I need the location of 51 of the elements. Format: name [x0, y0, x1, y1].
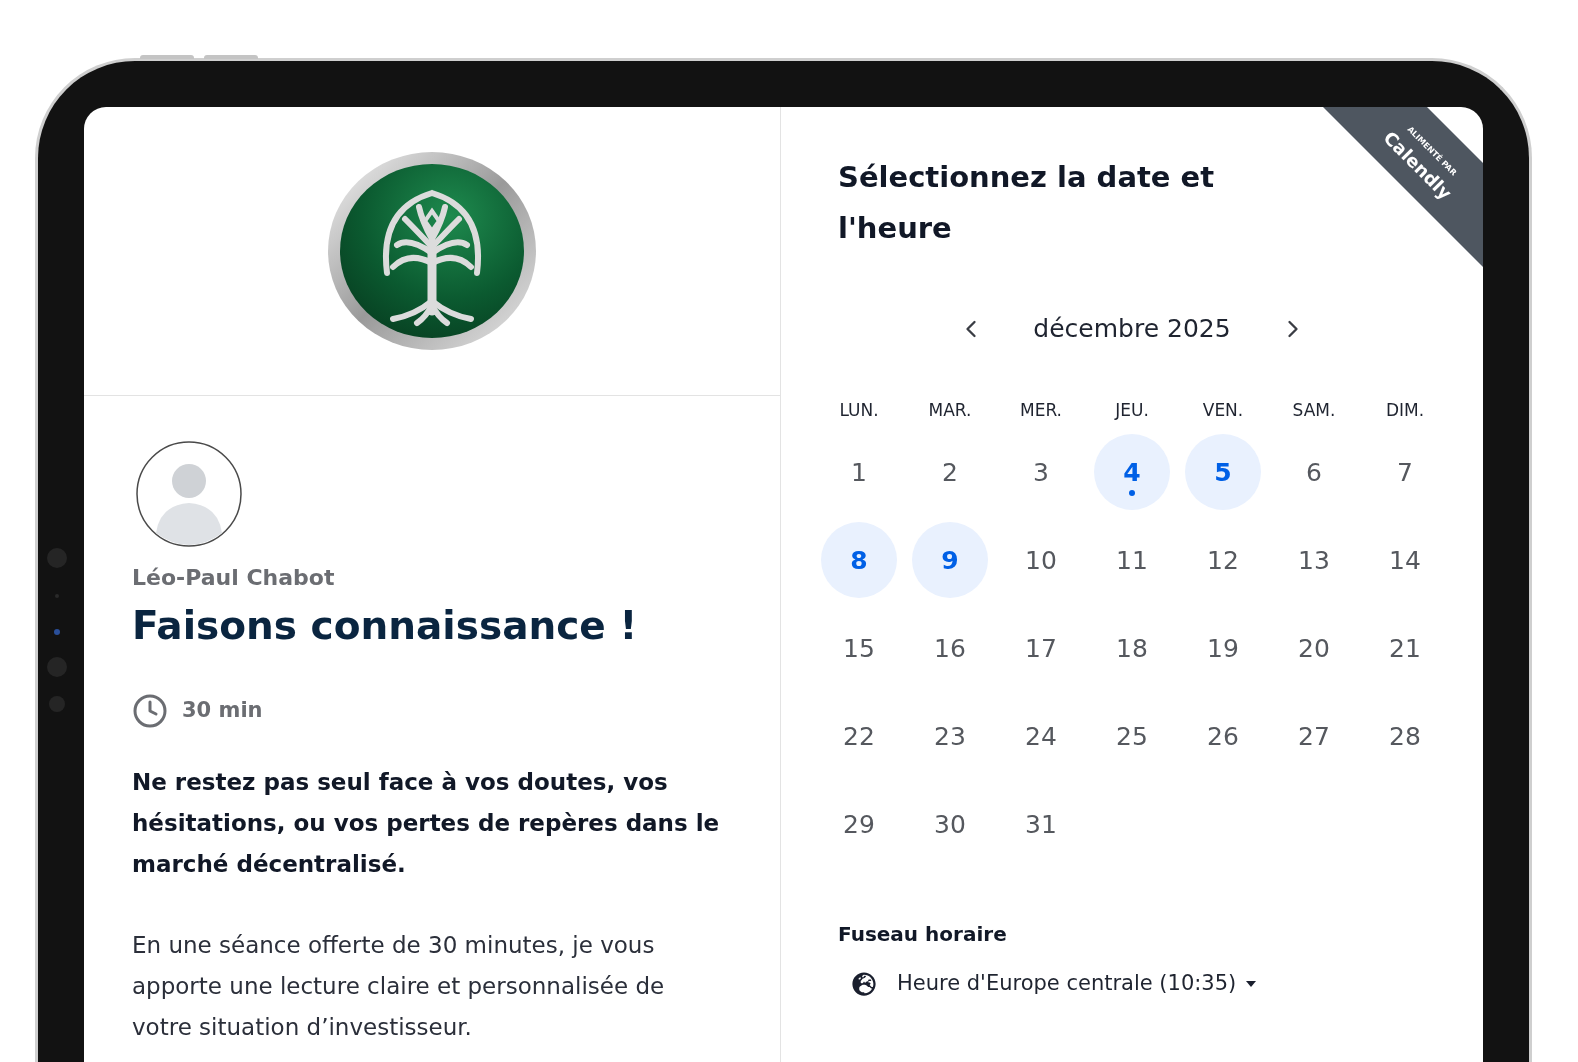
calendar-day: 10 — [1025, 547, 1057, 573]
calendar-day: 25 — [1116, 723, 1148, 749]
description-paragraph: En une séance offerte de 30 minutes, je vous apporte une lecture claire et personnalisée de votre situation d’investisseur. — [132, 931, 666, 1042]
calendar-day-button[interactable]: 5 — [1185, 434, 1261, 510]
calendar-day: 20 — [1298, 635, 1330, 661]
calendar-day: 14 — [1389, 547, 1421, 573]
calendar-day: 1 — [851, 459, 867, 485]
calendar-day: 18 — [1116, 635, 1148, 661]
weekday-label: MAR. — [928, 400, 972, 420]
calendar-day: 21 — [1389, 635, 1421, 661]
calendar-day: 27 — [1298, 723, 1330, 749]
calendar-day-button[interactable]: 4 — [1094, 434, 1170, 510]
weekday-label: DIM. — [1385, 400, 1425, 420]
calendar-day: 26 — [1207, 723, 1239, 749]
calendar-day: 7 — [1397, 459, 1413, 485]
weekday-label: MER. — [1020, 400, 1062, 420]
calendar-day: 12 — [1207, 547, 1239, 573]
weekday-label: JEU. — [1115, 400, 1149, 420]
avatar-icon — [136, 441, 242, 547]
month-label: décembre 2025 — [1033, 313, 1231, 346]
scheduler-title: Sélectionnez la date et l'heure — [838, 159, 1216, 247]
calendar-day: 29 — [843, 811, 875, 837]
calendar-day-button[interactable]: 8 — [821, 522, 897, 598]
caret-down-icon — [1246, 980, 1257, 987]
calendar-day: 2 — [942, 459, 958, 485]
calendar-day: 3 — [1033, 459, 1049, 485]
calendar-day: 30 — [934, 811, 966, 837]
timezone-dropdown[interactable]: Heure d'Europe centrale (10:35) — [852, 968, 1257, 1000]
calendar-day: 6 — [1306, 459, 1322, 485]
calendar-day: 19 — [1207, 635, 1239, 661]
timezone-label: Fuseau horaire — [838, 922, 1007, 946]
calendar-day: 23 — [934, 723, 966, 749]
calendar-day: 31 — [1025, 811, 1057, 837]
host-name: Léo-Paul Chabot — [132, 566, 335, 590]
calendar-day: 28 — [1389, 723, 1421, 749]
calendar-day: 11 — [1116, 547, 1148, 573]
duration-label: 30 min — [182, 697, 263, 725]
event-title: Faisons connaissance ! — [132, 602, 638, 650]
calendar-day: 13 — [1298, 547, 1330, 573]
description-paragraph: Ne restez pas seul face à vos doutes, vos hésitations, ou vos pertes de repères dans le marché décentralisé. — [132, 768, 721, 879]
calendar-day: 17 — [1025, 635, 1057, 661]
weekday-label: VEN. — [1202, 400, 1244, 420]
globe-icon — [852, 971, 876, 996]
calendar-day: 16 — [934, 635, 966, 661]
weekday-label: LUN. — [839, 400, 879, 420]
calendar-day: 22 — [843, 723, 875, 749]
clock-icon — [132, 693, 168, 729]
calendar-day: 24 — [1025, 723, 1057, 749]
weekday-label: SAM. — [1292, 400, 1336, 420]
calendar-day: 15 — [843, 635, 875, 661]
calendar-day-button[interactable]: 9 — [912, 522, 988, 598]
